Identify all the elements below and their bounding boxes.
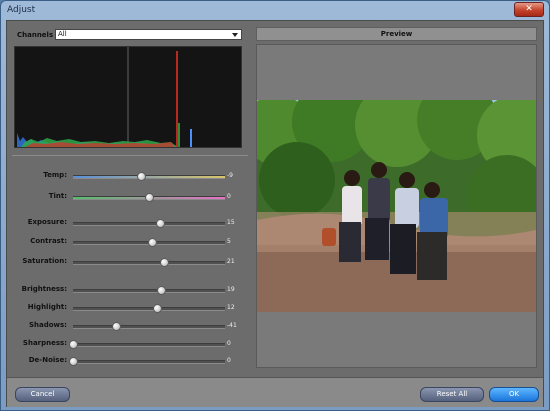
temp-value: -9 <box>227 172 233 179</box>
channels-label: Channels <box>17 31 54 39</box>
saturation-value: 21 <box>227 258 235 265</box>
contrast-value: 5 <box>227 238 231 245</box>
brightness-slider-thumb[interactable] <box>157 286 167 295</box>
denoise-slider[interactable] <box>69 357 225 366</box>
dialog-body: Channels All Temp: -9 Tint: 0 Exposure: … <box>6 20 544 407</box>
chevron-down-icon <box>232 33 238 37</box>
exposure-slider-thumb[interactable] <box>155 219 165 228</box>
temp-slider[interactable] <box>73 172 225 181</box>
brightness-value: 19 <box>227 286 235 293</box>
saturation-label: Saturation: <box>22 257 67 265</box>
close-icon: ✕ <box>525 4 533 14</box>
saturation-slider[interactable] <box>73 258 225 267</box>
divider <box>12 155 248 156</box>
shadows-slider[interactable] <box>73 322 225 331</box>
window-title: Adjust <box>7 5 36 15</box>
exposure-slider[interactable] <box>73 219 225 228</box>
reset-all-button[interactable]: Reset All <box>420 387 484 402</box>
shadows-label: Shadows: <box>28 321 67 329</box>
highlight-slider-thumb[interactable] <box>152 304 162 313</box>
tint-slider-thumb[interactable] <box>145 193 154 202</box>
temp-slider-thumb[interactable] <box>137 172 147 181</box>
channels-dropdown[interactable]: All <box>55 29 242 40</box>
saturation-slider-thumb[interactable] <box>160 258 170 267</box>
sharpness-slider[interactable] <box>69 340 225 349</box>
preview-image <box>257 100 536 312</box>
highlight-value: 12 <box>227 304 235 311</box>
denoise-slider-thumb[interactable] <box>69 357 78 366</box>
sharpness-label: Sharpness: <box>22 339 67 347</box>
tint-slider[interactable] <box>73 193 225 202</box>
temp-label: Temp: <box>43 171 67 179</box>
preview-header: Preview <box>256 27 537 41</box>
shadows-slider-thumb[interactable] <box>111 322 121 331</box>
tint-value: 0 <box>227 193 231 200</box>
sharpness-value: 0 <box>227 340 231 347</box>
highlight-slider[interactable] <box>73 304 225 313</box>
channels-selected-value: All <box>58 30 67 38</box>
button-bar: Cancel Reset All OK <box>7 377 543 407</box>
shadows-value: -41 <box>227 322 237 329</box>
title-bar[interactable]: Adjust ✕ <box>1 1 549 19</box>
highlight-label: Highlight: <box>27 303 67 311</box>
close-button[interactable]: ✕ <box>514 2 544 17</box>
contrast-slider-thumb[interactable] <box>148 238 158 247</box>
exposure-value: 15 <box>227 219 235 226</box>
preview-photo <box>257 100 536 312</box>
tint-label: Tint: <box>48 192 67 200</box>
brightness-label: Brightness: <box>21 285 67 293</box>
contrast-slider[interactable] <box>73 238 225 247</box>
denoise-label: De-Noise: <box>28 356 67 364</box>
sharpness-slider-thumb[interactable] <box>69 340 78 349</box>
ok-button[interactable]: OK <box>489 387 539 402</box>
exposure-label: Exposure: <box>27 218 67 226</box>
cancel-button[interactable]: Cancel <box>15 387 70 402</box>
adjust-dialog: Adjust ✕ Channels All Temp: -9 Tint: 0 E… <box>0 0 550 411</box>
contrast-label: Contrast: <box>30 237 67 245</box>
denoise-value: 0 <box>227 357 231 364</box>
brightness-slider[interactable] <box>73 286 225 295</box>
preview-panel <box>256 44 537 368</box>
histogram <box>14 46 242 148</box>
histogram-graph <box>17 47 192 147</box>
